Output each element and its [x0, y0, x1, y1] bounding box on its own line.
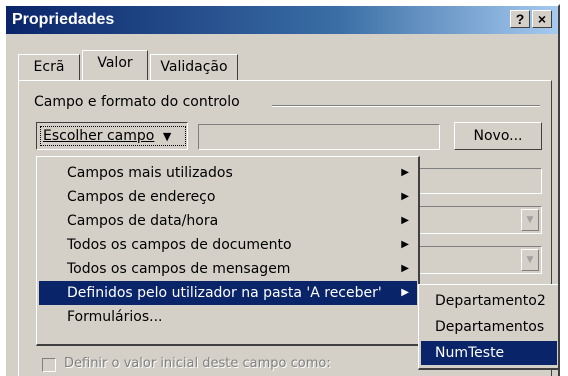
submenu-item[interactable]: Departamento2 — [421, 289, 557, 313]
tab-ecra[interactable]: Ecrã — [18, 54, 80, 80]
field-input[interactable] — [198, 124, 440, 150]
chevron-right-icon: ▶ — [401, 287, 409, 298]
choose-field-button[interactable]: Escolher campo ▼ — [36, 122, 188, 150]
chevron-right-icon: ▶ — [401, 167, 409, 178]
menu-item-label: Campos de data/hora — [67, 213, 219, 229]
group-divider — [272, 105, 540, 107]
chevron-right-icon: ▶ — [401, 263, 409, 274]
menu-item[interactable]: Formulários... — [39, 305, 417, 329]
menu-item[interactable]: Todos os campos de documento ▶ — [39, 233, 417, 257]
menu-item[interactable]: Campos mais utilizados ▶ — [39, 161, 417, 185]
disabled-combo-1[interactable]: ▼ — [416, 206, 542, 234]
choose-field-label: Escolher campo — [43, 128, 155, 144]
submenu-item[interactable]: Departamentos — [421, 315, 557, 339]
window-title: Propriedades — [12, 11, 115, 28]
submenu-item-selected[interactable]: NumTeste — [421, 341, 557, 365]
submenu-item-label: Departamento2 — [435, 293, 546, 309]
menu-item-selected[interactable]: Definidos pelo utilizador na pasta 'A re… — [39, 281, 417, 305]
tab-valor[interactable]: Valor — [82, 50, 148, 80]
properties-dialog: Propriedades ? × Ecrã Valor Validação Ca… — [4, 4, 560, 376]
new-button[interactable]: Novo... — [454, 122, 542, 150]
help-button[interactable]: ? — [510, 10, 530, 28]
menu-item-label: Campos de endereço — [67, 189, 216, 205]
initial-value-checkbox[interactable] — [42, 358, 56, 372]
chevron-down-icon: ▼ — [162, 130, 172, 143]
menu-item-label: Definidos pelo utilizador na pasta 'A re… — [67, 285, 382, 301]
chevron-down-icon[interactable]: ▼ — [521, 249, 539, 271]
chevron-right-icon: ▶ — [401, 215, 409, 226]
menu-item-label: Todos os campos de mensagem — [67, 261, 291, 277]
tab-label: Valor — [97, 55, 133, 71]
menu-item[interactable]: Campos de endereço ▶ — [39, 185, 417, 209]
title-bar[interactable]: Propriedades ? × — [6, 6, 558, 34]
help-icon: ? — [515, 11, 525, 27]
submenu-item-label: Departamentos — [435, 319, 545, 335]
disabled-combo-2[interactable]: ▼ — [416, 246, 542, 274]
chevron-down-icon[interactable]: ▼ — [521, 209, 539, 231]
field-menu: Campos mais utilizados ▶ Campos de ender… — [36, 156, 420, 346]
group-label: Campo e formato do controlo — [34, 94, 240, 110]
submenu-item-label: NumTeste — [435, 345, 505, 361]
menu-item[interactable]: Todos os campos de mensagem ▶ — [39, 257, 417, 281]
close-button[interactable]: × — [532, 10, 552, 28]
menu-item-label: Campos mais utilizados — [67, 165, 233, 181]
tab-label: Ecrã — [33, 59, 65, 75]
initial-value-label: Definir o valor inicial deste campo como… — [64, 356, 331, 371]
new-button-label: Novo... — [473, 128, 523, 144]
format-field[interactable] — [416, 168, 542, 194]
field-submenu: Departamento2 Departamentos NumTeste — [418, 284, 558, 370]
chevron-right-icon: ▶ — [401, 191, 409, 202]
tab-label: Validação — [160, 59, 228, 75]
close-icon: × — [537, 11, 547, 27]
menu-item[interactable]: Campos de data/hora ▶ — [39, 209, 417, 233]
chevron-right-icon: ▶ — [401, 239, 409, 250]
tab-validacao[interactable]: Validação — [150, 54, 238, 80]
menu-item-label: Todos os campos de documento — [67, 237, 292, 253]
choose-field-focus: Escolher campo ▼ — [40, 126, 186, 146]
menu-item-label: Formulários... — [67, 309, 163, 325]
